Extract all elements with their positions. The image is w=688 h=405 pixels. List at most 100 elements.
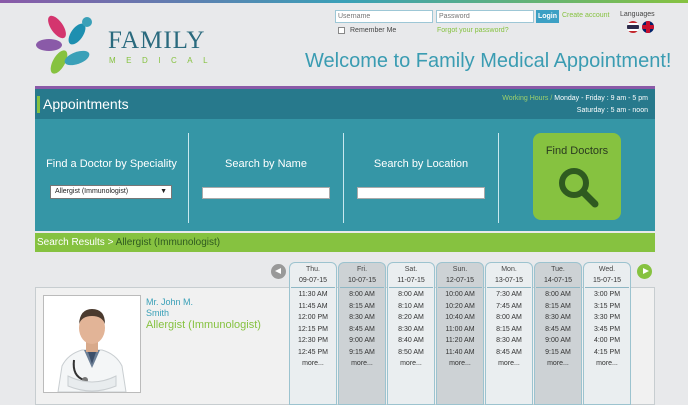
create-account-link[interactable]: Create account xyxy=(562,12,609,19)
more-times-link[interactable]: more... xyxy=(290,360,336,367)
time-slot[interactable]: 8:45 AM xyxy=(535,326,581,333)
day-date: 10-07-15 xyxy=(347,277,377,284)
time-slot[interactable]: 11:30 AM xyxy=(290,291,336,298)
more-times-link[interactable]: more... xyxy=(486,360,532,367)
time-slot[interactable]: 4:00 PM xyxy=(584,337,630,344)
time-slot[interactable]: 9:15 AM xyxy=(339,349,385,356)
time-slot[interactable]: 11:00 AM xyxy=(437,326,483,333)
appointments-header: Appointments Working Hours / Monday - Fr… xyxy=(35,89,655,119)
time-slot[interactable]: 8:00 AM xyxy=(486,314,532,321)
time-slot[interactable]: 12:30 PM xyxy=(290,337,336,344)
thai-flag-icon[interactable] xyxy=(627,21,639,33)
day-date: 13-07-15 xyxy=(494,277,524,284)
day-divider xyxy=(438,287,482,288)
remember-me-checkbox[interactable] xyxy=(338,27,345,34)
time-slot[interactable]: 8:45 AM xyxy=(339,326,385,333)
time-slot[interactable]: 10:20 AM xyxy=(437,303,483,310)
time-slot[interactable]: 8:30 AM xyxy=(486,337,532,344)
location-search-input[interactable] xyxy=(357,187,485,199)
time-slot[interactable]: 8:00 AM xyxy=(339,291,385,298)
time-slot[interactable]: 8:40 AM xyxy=(388,337,434,344)
uk-flag-icon[interactable] xyxy=(642,21,654,33)
time-slot[interactable]: 9:00 AM xyxy=(535,337,581,344)
more-times-link[interactable]: more... xyxy=(437,360,483,367)
more-times-link[interactable]: more... xyxy=(535,360,581,367)
working-hours-saturday: Saturday : 5 am - noon xyxy=(576,107,648,114)
name-label: Search by Name xyxy=(225,158,307,170)
time-slot[interactable]: 8:30 AM xyxy=(339,314,385,321)
time-slot[interactable]: 8:00 AM xyxy=(388,291,434,298)
next-week-button[interactable] xyxy=(637,264,652,279)
day-column: Fri. 10-07-15 8:00 AM 8:15 AM 8:30 AM 8:45 AM… xyxy=(338,262,386,405)
time-slot[interactable]: 8:45 AM xyxy=(486,349,532,356)
time-slot[interactable]: 3:00 PM xyxy=(584,291,630,298)
login-button[interactable]: Login xyxy=(536,10,559,23)
time-slot[interactable]: 8:30 AM xyxy=(388,326,434,333)
day-date: 11-07-15 xyxy=(397,277,425,284)
time-slot[interactable]: 8:30 AM xyxy=(535,314,581,321)
time-slot[interactable]: 8:00 AM xyxy=(535,291,581,298)
time-slot[interactable]: 11:20 AM xyxy=(437,337,483,344)
logo[interactable]: FAMILY MEDICAL xyxy=(35,12,215,76)
time-slot[interactable]: 12:00 PM xyxy=(290,314,336,321)
forgot-password-link[interactable]: Forgot your password? xyxy=(437,27,509,34)
chevron-left-icon xyxy=(275,268,281,274)
time-slot[interactable]: 3:45 PM xyxy=(584,326,630,333)
username-input[interactable] xyxy=(335,10,433,23)
search-icon xyxy=(559,168,599,208)
time-slot[interactable]: 8:20 AM xyxy=(388,314,434,321)
day-date: 15-07-15 xyxy=(592,277,622,284)
day-column: Tue. 14-07-15 8:00 AM 8:15 AM 8:30 AM 8:45 AM… xyxy=(534,262,582,405)
chevron-right-icon xyxy=(643,268,649,274)
more-times-link[interactable]: more... xyxy=(339,360,385,367)
time-slot[interactable]: 12:45 PM xyxy=(290,349,336,356)
time-slot[interactable]: 8:15 AM xyxy=(535,303,581,310)
day-name: Thu. xyxy=(305,266,320,273)
doctor-name-last[interactable]: Smith xyxy=(146,308,169,318)
column-divider xyxy=(498,133,499,223)
appointments-panel: Appointments Working Hours / Monday - Fr… xyxy=(35,86,655,231)
time-slot[interactable]: 11:45 AM xyxy=(290,303,336,310)
time-slot[interactable]: 9:15 AM xyxy=(535,349,581,356)
speciality-selected: Allergist (Immunologist) xyxy=(55,188,129,195)
more-times-link[interactable]: more... xyxy=(388,360,434,367)
doctor-speciality: Allergist (Immunologist) xyxy=(146,319,261,331)
find-doctors-button[interactable]: Find Doctors xyxy=(533,133,621,220)
day-date: 14-07-15 xyxy=(543,277,573,284)
results-breadcrumb: Allergist (Immunologist) xyxy=(113,237,221,248)
time-slot[interactable]: 7:45 AM xyxy=(486,303,532,310)
page-title: Welcome to Family Medical Appointment! xyxy=(305,50,672,72)
time-slot[interactable]: 10:40 AM xyxy=(437,314,483,321)
day-column: Thu. 09-07-15 11:30 AM 11:45 AM 12:00 PM 12:1… xyxy=(289,262,337,405)
doctor-avatar-icon xyxy=(44,296,140,392)
time-slot[interactable]: 10:00 AM xyxy=(437,291,483,298)
time-slot[interactable]: 8:15 AM xyxy=(486,326,532,333)
day-column: Sat. 11-07-15 8:00 AM 8:10 AM 8:20 AM 8:30 AM… xyxy=(387,262,435,405)
time-slot[interactable]: 12:15 PM xyxy=(290,326,336,333)
day-name: Fri. xyxy=(356,266,368,273)
speciality-label: Find a Doctor by Speciality xyxy=(46,158,177,170)
logo-wordmark: FAMILY xyxy=(108,27,206,54)
location-search: Search by Location xyxy=(344,133,498,223)
working-hours-weekday: Working Hours / Monday - Friday : 9 am -… xyxy=(502,95,648,102)
name-search-input[interactable] xyxy=(202,187,330,199)
time-slot[interactable]: 8:10 AM xyxy=(388,303,434,310)
day-name: Wed. xyxy=(598,266,616,273)
time-slot[interactable]: 8:50 AM xyxy=(388,349,434,356)
time-slot[interactable]: 9:00 AM xyxy=(339,337,385,344)
time-slot[interactable]: 3:30 PM xyxy=(584,314,630,321)
more-times-link[interactable]: more... xyxy=(584,360,630,367)
speciality-select[interactable]: Allergist (Immunologist) ▼ xyxy=(50,185,172,199)
doctor-name-first[interactable]: Mr. John M. xyxy=(146,296,193,308)
password-input[interactable] xyxy=(436,10,534,23)
time-slot[interactable]: 8:15 AM xyxy=(339,303,385,310)
working-hours-label: Working Hours / xyxy=(502,95,553,102)
doctor-photo[interactable] xyxy=(43,295,141,393)
previous-week-button[interactable] xyxy=(271,264,286,279)
time-slot[interactable]: 7:30 AM xyxy=(486,291,532,298)
time-slot[interactable]: 3:15 PM xyxy=(584,303,630,310)
time-slot[interactable]: 11:40 AM xyxy=(437,349,483,356)
location-label: Search by Location xyxy=(373,158,469,170)
time-slot[interactable]: 4:15 PM xyxy=(584,349,630,356)
day-name: Sun. xyxy=(452,266,468,273)
